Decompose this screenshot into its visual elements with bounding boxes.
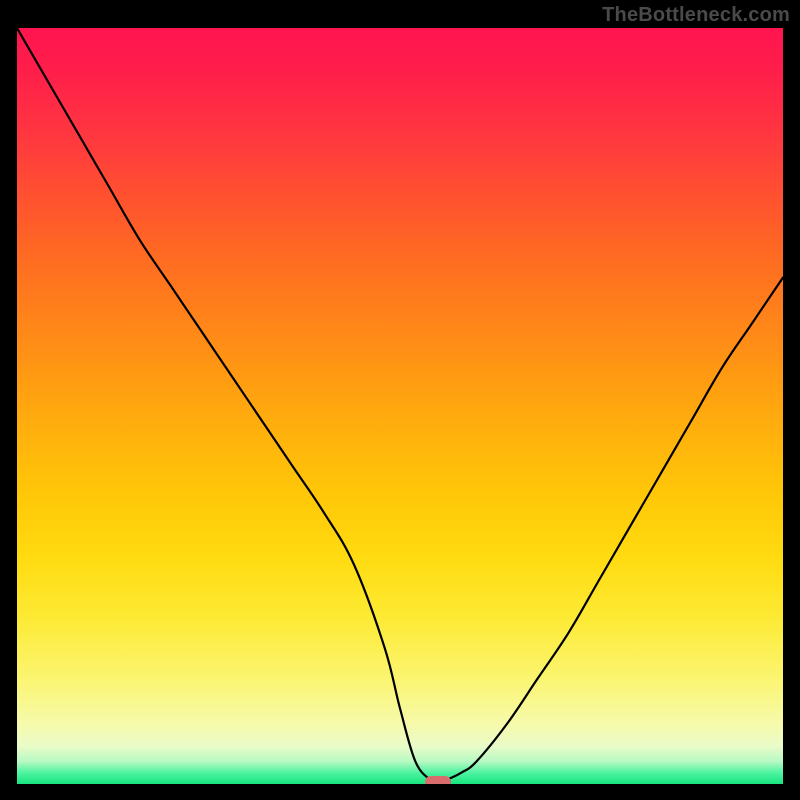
plot-area	[17, 28, 783, 784]
optimum-marker	[425, 776, 451, 784]
chart-frame: TheBottleneck.com	[0, 0, 800, 800]
watermark-text: TheBottleneck.com	[602, 4, 790, 27]
bottleneck-curve	[17, 28, 783, 784]
